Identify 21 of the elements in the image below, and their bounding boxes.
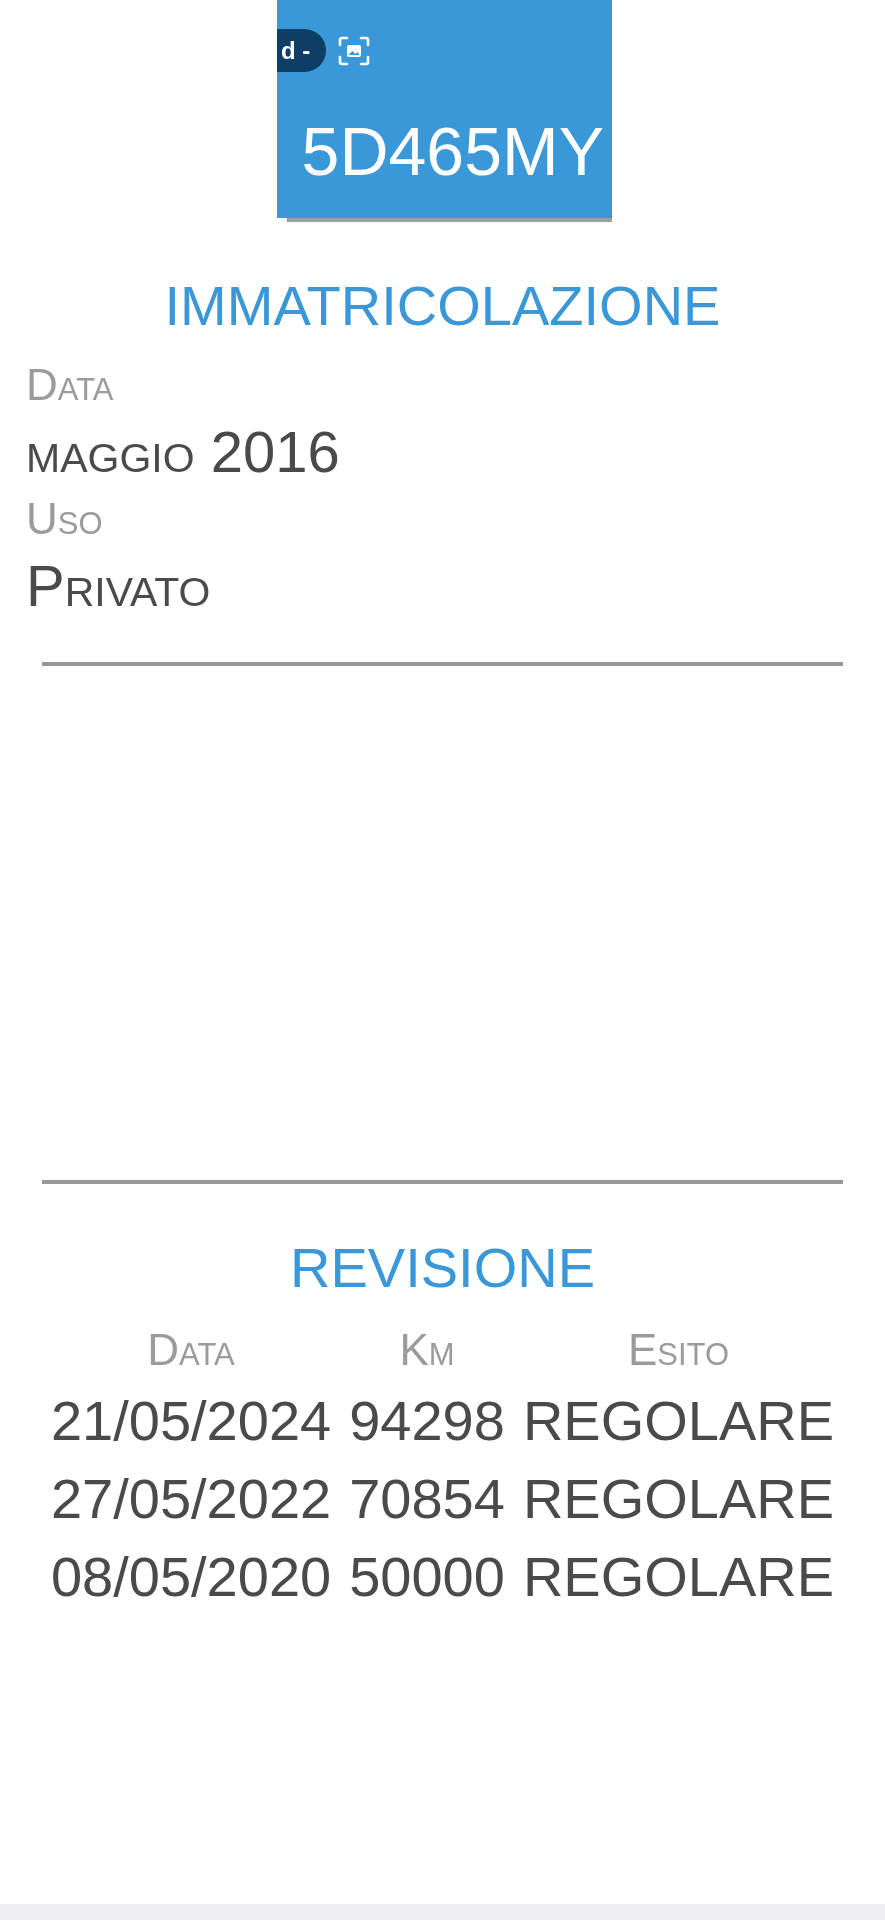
section-title: IMMATRICOLAZIONE [163,278,722,334]
column-header: Esito [626,1324,731,1376]
table-cell-text: 94298 [349,1388,505,1454]
column-header: Data [146,1324,236,1376]
field-value: maggio 2016 [26,418,340,486]
status-pill[interactable]: d - [277,29,327,72]
image-scan-icon[interactable] [338,35,371,66]
table-cell-text: REGOLARE [522,1466,835,1532]
field-label: Data [26,359,114,411]
table-cell-text: 27/05/2022 [50,1466,332,1532]
column-header: Km [398,1324,456,1376]
table-cell-text: REGOLARE [522,1544,835,1610]
table-cell-text: 08/05/2020 [50,1544,332,1610]
section-title: REVISIONE [289,1240,596,1296]
plate-number: 5D465MY [300,117,605,185]
field-value: Privato [26,552,211,620]
table-cell-text: 21/05/2024 [50,1388,332,1454]
table-cell-text: 50000 [349,1544,505,1610]
field-label: Uso [26,493,103,545]
table-cell-text: 70854 [349,1466,505,1532]
table-cell-text: REGOLARE [522,1388,835,1454]
